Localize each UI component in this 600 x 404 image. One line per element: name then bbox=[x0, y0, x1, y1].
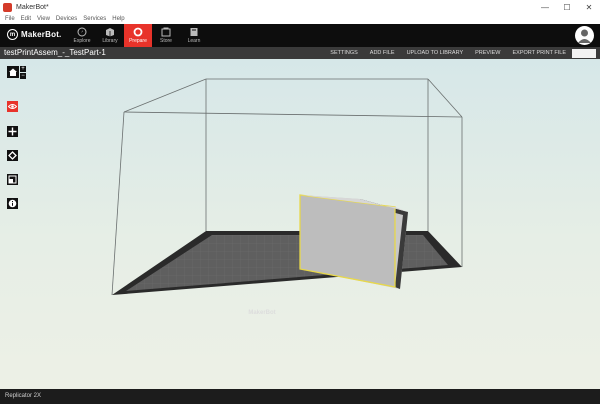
move-tool-button[interactable] bbox=[7, 126, 18, 137]
zoom-out-button[interactable]: − bbox=[20, 73, 26, 79]
store-icon bbox=[161, 27, 171, 37]
window-controls: — ☐ ✕ bbox=[534, 0, 600, 14]
app-icon bbox=[3, 2, 12, 12]
window-title: MakerBot* bbox=[16, 3, 49, 11]
add-file-button[interactable]: ADD FILE bbox=[370, 50, 395, 56]
menu-devices[interactable]: Devices bbox=[56, 16, 77, 22]
makerbot-logo: m MakerBot. bbox=[7, 29, 61, 40]
move-icon bbox=[8, 127, 17, 136]
printer-name[interactable]: Replicator 2X bbox=[5, 389, 41, 404]
file-name: testPrintAssem_-_TestPart-1 bbox=[4, 48, 106, 57]
home-view-button[interactable] bbox=[7, 66, 19, 78]
tab-explore[interactable]: Explore bbox=[68, 24, 96, 47]
scale-tool-button[interactable] bbox=[7, 174, 18, 185]
settings-button[interactable]: SETTINGS bbox=[330, 50, 358, 56]
info-tool-button[interactable] bbox=[7, 198, 18, 209]
window-titlebar: MakerBot* — ☐ ✕ bbox=[0, 0, 600, 14]
status-bar: Replicator 2X bbox=[0, 389, 600, 404]
print-button[interactable] bbox=[572, 48, 596, 58]
menu-file[interactable]: File bbox=[5, 16, 15, 22]
maximize-button[interactable]: ☐ bbox=[556, 0, 578, 14]
minimize-button[interactable]: — bbox=[534, 0, 556, 14]
tab-store[interactable]: Store bbox=[152, 24, 180, 47]
menu-view[interactable]: View bbox=[37, 16, 50, 22]
makerbot-m-icon: m bbox=[7, 29, 18, 40]
tab-learn[interactable]: Learn bbox=[180, 24, 208, 47]
scale-icon bbox=[8, 175, 17, 184]
preview-button[interactable]: PREVIEW bbox=[475, 50, 500, 56]
tab-prepare-label: Prepare bbox=[129, 38, 147, 44]
scene-canvas: MakerBot bbox=[111, 78, 463, 316]
info-icon bbox=[8, 199, 17, 208]
tab-learn-label: Learn bbox=[187, 38, 201, 44]
user-silhouette-icon bbox=[578, 29, 591, 43]
rotate-tool-button[interactable] bbox=[7, 150, 18, 161]
menu-services[interactable]: Services bbox=[83, 16, 106, 22]
learn-icon bbox=[189, 27, 199, 37]
zoom-in-button[interactable]: + bbox=[20, 66, 26, 72]
view-tool-button[interactable] bbox=[7, 101, 18, 112]
rotate-icon bbox=[8, 151, 17, 160]
main-navbar: m MakerBot. Explore Library Prepare Stor… bbox=[0, 24, 600, 47]
tab-library[interactable]: Library bbox=[96, 24, 124, 47]
toolbar-actions: SETTINGS ADD FILE UPLOAD TO LIBRARY PREV… bbox=[330, 47, 600, 59]
menu-bar: File Edit View Devices Services Help bbox=[0, 14, 600, 24]
user-avatar[interactable] bbox=[575, 26, 594, 45]
tab-explore-label: Explore bbox=[73, 38, 91, 44]
logo-text: MakerBot. bbox=[21, 30, 62, 39]
library-icon bbox=[105, 27, 115, 37]
compass-icon bbox=[77, 27, 87, 37]
menu-edit[interactable]: Edit bbox=[21, 16, 31, 22]
prepare-icon bbox=[133, 27, 143, 37]
export-print-file-button[interactable]: EXPORT PRINT FILE bbox=[513, 50, 567, 56]
build-plate-logo: MakerBot bbox=[248, 310, 275, 316]
upload-to-library-button[interactable]: UPLOAD TO LIBRARY bbox=[407, 50, 464, 56]
prepare-toolbar: testPrintAssem_-_TestPart-1 SETTINGS ADD… bbox=[0, 47, 600, 59]
tab-library-label: Library bbox=[102, 38, 118, 44]
build-viewport[interactable]: MakerBot + − bbox=[0, 59, 600, 389]
close-button[interactable]: ✕ bbox=[578, 0, 600, 14]
tab-prepare[interactable]: Prepare bbox=[124, 24, 152, 47]
tab-store-label: Store bbox=[160, 38, 172, 44]
eye-icon bbox=[8, 104, 17, 109]
home-icon bbox=[9, 68, 17, 76]
menu-help[interactable]: Help bbox=[112, 16, 124, 22]
